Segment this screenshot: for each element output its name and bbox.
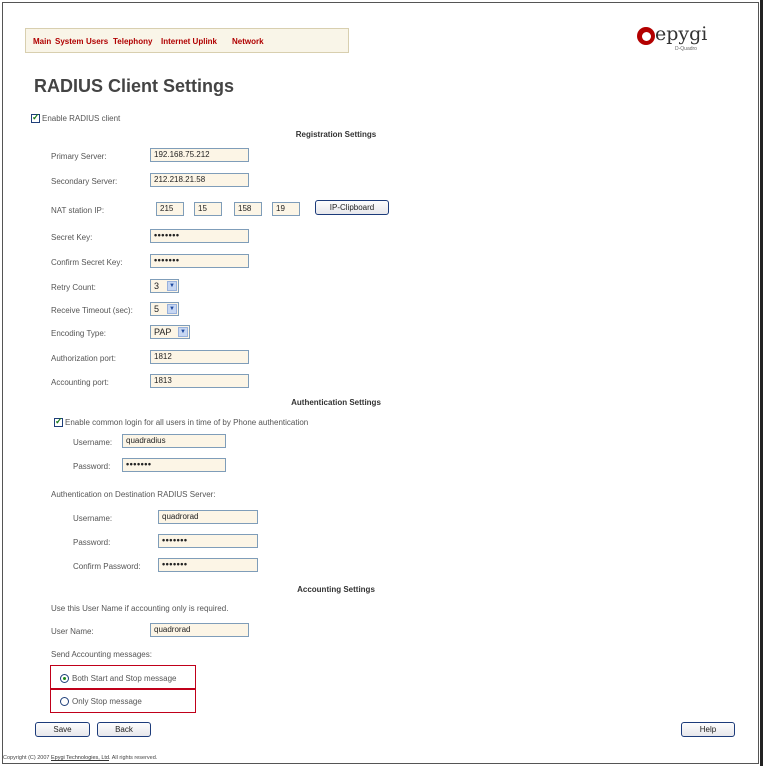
dest-confirm-password-label: Confirm Password: (73, 562, 141, 571)
chevron-down-icon: ▼ (167, 304, 177, 314)
encoding-type-select[interactable]: PAP ▼ (150, 325, 190, 339)
common-password-input[interactable]: ••••••• (122, 458, 226, 472)
encoding-type-label: Encoding Type: (51, 329, 107, 338)
common-username-label: Username: (73, 438, 113, 447)
chevron-down-icon: ▼ (178, 327, 188, 337)
receive-timeout-value: 5 (154, 304, 160, 314)
enable-radius-label: Enable RADIUS client (42, 114, 121, 123)
common-login-checkbox[interactable] (54, 416, 63, 427)
send-accounting-label: Send Accounting messages: (51, 650, 152, 659)
accounting-port-input[interactable]: 1813 (150, 374, 249, 388)
logo-mark-icon (637, 27, 655, 45)
authentication-heading: Authentication Settings (291, 398, 381, 407)
secret-key-input[interactable]: ••••••• (150, 229, 249, 243)
dest-password-label: Password: (73, 538, 111, 547)
primary-server-input[interactable]: 192.168.75.212 (150, 148, 249, 162)
retry-count-label: Retry Count: (51, 283, 96, 292)
nat-ip-octet-1[interactable]: 215 (156, 202, 184, 216)
secret-key-label: Secret Key: (51, 233, 93, 242)
help-button[interactable]: Help (681, 722, 735, 737)
enable-radius-checkbox[interactable] (31, 112, 40, 123)
nat-station-ip-label: NAT station IP: (51, 206, 105, 215)
chevron-down-icon: ▼ (167, 281, 177, 291)
receive-timeout-label: Receive Timeout (sec): (51, 306, 133, 315)
common-password-label: Password: (73, 462, 111, 471)
accounting-username-label: User Name: (51, 627, 94, 636)
menu-main[interactable]: Main (33, 37, 51, 46)
authorization-port-input[interactable]: 1812 (150, 350, 249, 364)
main-menu-bar: Main System Users Telephony Internet Upl… (25, 28, 349, 53)
destination-auth-label: Authentication on Destination RADIUS Ser… (51, 490, 216, 499)
encoding-type-value: PAP (154, 327, 172, 337)
common-username-input[interactable]: quadradius (122, 434, 226, 448)
menu-internet-uplink[interactable]: Internet Uplink (161, 37, 217, 46)
menu-telephony[interactable]: Telephony (113, 37, 152, 46)
secondary-server-input[interactable]: 212.218.21.58 (150, 173, 249, 187)
nat-ip-octet-4[interactable]: 19 (272, 202, 300, 216)
accounting-port-label: Accounting port: (51, 378, 109, 387)
dest-password-input[interactable]: ••••••• (158, 534, 258, 548)
common-login-label: Enable common login for all users in tim… (65, 418, 309, 427)
radio-both-start-stop[interactable] (60, 674, 69, 683)
secondary-server-label: Secondary Server: (51, 177, 118, 186)
dest-username-input[interactable]: quadrorad (158, 510, 258, 524)
footer-company-link[interactable]: Epygi Technologies, Ltd (51, 755, 109, 761)
menu-system[interactable]: System (55, 37, 83, 46)
primary-server-label: Primary Server: (51, 152, 107, 161)
confirm-secret-key-input[interactable]: ••••••• (150, 254, 249, 268)
footer: Copyright (C) 2007 Epygi Technologies, L… (3, 755, 157, 761)
accounting-note: Use this User Name if accounting only is… (51, 604, 229, 613)
epygi-logo: epygi D-Quadro (637, 23, 709, 53)
nat-ip-octet-3[interactable]: 158 (234, 202, 262, 216)
registration-heading: Registration Settings (295, 130, 377, 139)
footer-prefix: Copyright (C) 2007 (3, 755, 51, 761)
menu-users[interactable]: Users (86, 37, 108, 46)
save-button[interactable]: Save (35, 722, 90, 737)
option-stop-label: Only Stop message (72, 697, 142, 706)
retry-count-value: 3 (154, 281, 160, 291)
logo-word: epygi (655, 23, 708, 45)
option-both-label: Both Start and Stop message (72, 674, 177, 683)
accounting-username-input[interactable]: quadrorad (150, 623, 249, 637)
confirm-secret-key-label: Confirm Secret Key: (51, 258, 123, 267)
menu-network[interactable]: Network (232, 37, 264, 46)
nat-ip-octet-2[interactable]: 15 (194, 202, 222, 216)
dest-username-label: Username: (73, 514, 113, 523)
logo-subtitle: D-Quadro (675, 46, 697, 52)
page-title: RADIUS Client Settings (34, 76, 235, 96)
retry-count-select[interactable]: 3 ▼ (150, 279, 179, 293)
back-button[interactable]: Back (97, 722, 151, 737)
ip-clipboard-button[interactable]: IP-Clipboard (315, 200, 389, 215)
dest-confirm-password-input[interactable]: ••••••• (158, 558, 258, 572)
authorization-port-label: Authorization port: (51, 354, 116, 363)
receive-timeout-select[interactable]: 5 ▼ (150, 302, 179, 316)
radio-only-stop[interactable] (60, 697, 69, 706)
accounting-heading: Accounting Settings (297, 585, 375, 594)
footer-suffix: . All rights reserved. (109, 755, 158, 761)
